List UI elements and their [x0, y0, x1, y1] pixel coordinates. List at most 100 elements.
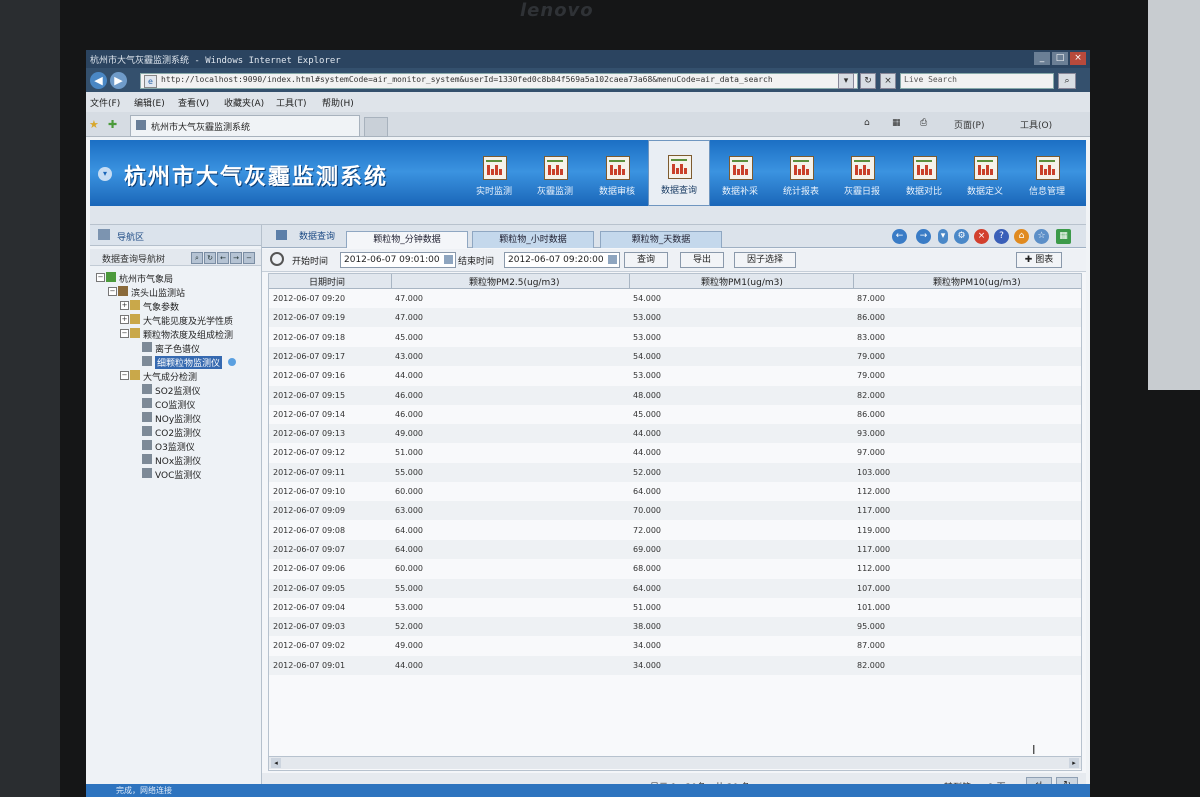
forward-arrow-icon[interactable]: →: [916, 229, 931, 244]
column-header[interactable]: 颗粒物PM1(ug/m3): [701, 275, 783, 288]
calendar-icon[interactable]: [444, 255, 453, 264]
nav-item[interactable]: 实时监测: [464, 142, 524, 204]
tree-search-icon[interactable]: ⌕: [191, 252, 203, 264]
url-input[interactable]: e http://localhost:9090/index.html#syste…: [140, 73, 858, 89]
home-icon[interactable]: ⌂: [1014, 229, 1029, 244]
print-icon[interactable]: ⎙: [920, 118, 927, 128]
tree-expand-icon[interactable]: →: [230, 252, 242, 264]
tab-minute-data[interactable]: 颗粒物_分钟数据: [346, 231, 468, 248]
favorites-star-icon[interactable]: ★: [89, 118, 99, 131]
favorite-icon[interactable]: ☆: [1034, 229, 1049, 244]
horizontal-scrollbar[interactable]: ◂ ▸: [269, 756, 1081, 769]
table-row[interactable]: 2012-06-07 09:15 46.000 48.000 82.000: [269, 385, 1081, 405]
page-menu[interactable]: 页面(P): [954, 118, 984, 131]
table-row[interactable]: 2012-06-07 09:07 64.000 69.000 117.000: [269, 539, 1081, 559]
grid-icon[interactable]: ▦: [1056, 229, 1071, 244]
menu-view[interactable]: 查看(V): [178, 96, 209, 109]
table-row[interactable]: 2012-06-07 09:10 60.000 64.000 112.000: [269, 482, 1081, 501]
forward-button[interactable]: ▶: [110, 72, 127, 89]
stop-button[interactable]: ×: [880, 73, 896, 89]
nav-item[interactable]: 灰霾监测: [525, 142, 585, 204]
screen: 杭州市大气灰霾监测系统 - Windows Internet Explorer …: [86, 50, 1090, 797]
refresh-button[interactable]: ↻: [860, 73, 876, 89]
table-cell: 97.000: [857, 448, 885, 458]
search-button[interactable]: ⌕: [1058, 73, 1076, 89]
help-icon[interactable]: ?: [994, 229, 1009, 244]
close-button[interactable]: ×: [1070, 52, 1086, 65]
table-row[interactable]: 2012-06-07 09:14 46.000 45.000 86.000: [269, 405, 1081, 424]
collapse-toggle-icon[interactable]: −: [108, 287, 117, 296]
back-button[interactable]: ◀: [90, 72, 107, 89]
table-row[interactable]: 2012-06-07 09:18 45.000 53.000 83.000: [269, 328, 1081, 347]
query-button[interactable]: 查询: [624, 252, 668, 268]
table-row[interactable]: 2012-06-07 09:12 51.000 44.000 97.000: [269, 443, 1081, 462]
collapse-icon[interactable]: ▾: [98, 167, 112, 181]
column-header[interactable]: 颗粒物PM2.5(ug/m3): [469, 275, 559, 288]
tree-collapse-icon[interactable]: ←: [217, 252, 229, 264]
table-row[interactable]: 2012-06-07 09:03 52.000 38.000 95.000: [269, 617, 1081, 637]
scroll-left-icon[interactable]: ◂: [271, 758, 281, 768]
menu-favorites[interactable]: 收藏夹(A): [224, 96, 264, 109]
menu-help[interactable]: 帮助(H): [322, 96, 354, 109]
minimize-button[interactable]: _: [1034, 52, 1050, 65]
nav-item-label: 数据对比: [905, 187, 942, 197]
add-favorite-icon[interactable]: ✚: [108, 118, 117, 131]
dropdown-icon[interactable]: ▾: [938, 229, 948, 244]
nav-item[interactable]: 数据审核: [587, 142, 647, 204]
menu-file[interactable]: 文件(F): [90, 96, 120, 109]
table-row[interactable]: 2012-06-07 09:16 44.000 53.000 79.000: [269, 366, 1081, 385]
chart-button[interactable]: ✚ 图表: [1016, 252, 1062, 268]
feeds-icon[interactable]: ▦: [892, 118, 901, 128]
nav-item[interactable]: 数据补采: [710, 142, 770, 204]
table-row[interactable]: 2012-06-07 09:04 53.000 51.000 101.000: [269, 598, 1081, 617]
table-row[interactable]: 2012-06-07 09:13 49.000 44.000 93.000: [269, 424, 1081, 444]
table-row[interactable]: 2012-06-07 09:09 63.000 70.000 117.000: [269, 501, 1081, 521]
table-row[interactable]: 2012-06-07 09:01 44.000 34.000 82.000: [269, 655, 1081, 675]
close-icon[interactable]: ×: [974, 229, 989, 244]
column-header[interactable]: 日期时间: [309, 275, 345, 288]
nav-item[interactable]: 统计报表: [771, 142, 831, 204]
sub-header-strip: [90, 206, 1086, 225]
start-time-input[interactable]: 2012-06-07 09:01:00: [340, 252, 456, 268]
tree-refresh-icon[interactable]: ↻: [204, 252, 216, 264]
export-button[interactable]: 导出: [680, 252, 724, 268]
tree-minimize-icon[interactable]: −: [243, 252, 255, 264]
table-row[interactable]: 2012-06-07 09:19 47.000 53.000 86.000: [269, 308, 1081, 328]
browser-tab[interactable]: 杭州市大气灰霾监测系统: [130, 115, 360, 137]
end-time-input[interactable]: 2012-06-07 09:20:00: [504, 252, 620, 268]
menu-tools[interactable]: 工具(T): [276, 96, 307, 109]
settings-icon[interactable]: ⚙: [954, 229, 969, 244]
scroll-right-icon[interactable]: ▸: [1069, 758, 1079, 768]
nav-item[interactable]: 数据对比: [894, 142, 954, 204]
collapse-toggle-icon[interactable]: −: [120, 329, 129, 338]
collapse-toggle-icon[interactable]: −: [96, 273, 105, 282]
nav-item[interactable]: 数据查询: [648, 140, 710, 206]
table-row[interactable]: 2012-06-07 09:08 64.000 72.000 119.000: [269, 521, 1081, 540]
expand-toggle-icon[interactable]: +: [120, 315, 129, 324]
table-cell: 53.000: [633, 313, 661, 323]
table-row[interactable]: 2012-06-07 09:05 55.000 64.000 107.000: [269, 578, 1081, 598]
menu-edit[interactable]: 编辑(E): [134, 96, 165, 109]
table-row[interactable]: 2012-06-07 09:02 49.000 34.000 87.000: [269, 636, 1081, 655]
tools-menu[interactable]: 工具(O): [1020, 118, 1052, 131]
factor-select-button[interactable]: 因子选择: [734, 252, 796, 268]
tab-day-data[interactable]: 颗粒物_天数据: [600, 231, 722, 248]
table-row[interactable]: 2012-06-07 09:11 55.000 52.000 103.000: [269, 462, 1081, 482]
nav-item[interactable]: 灰霾日报: [832, 142, 892, 204]
maximize-button[interactable]: □: [1052, 52, 1068, 65]
nav-item[interactable]: 数据定义: [955, 142, 1015, 204]
nav-item[interactable]: 信息管理: [1017, 142, 1077, 204]
table-row[interactable]: 2012-06-07 09:06 60.000 68.000 112.000: [269, 559, 1081, 578]
home-icon[interactable]: ⌂: [864, 118, 870, 128]
search-input[interactable]: Live Search: [900, 73, 1054, 89]
url-dropdown-button[interactable]: ▾: [838, 73, 854, 89]
calendar-icon[interactable]: [608, 255, 617, 264]
back-arrow-icon[interactable]: ←: [892, 229, 907, 244]
tab-hour-data[interactable]: 颗粒物_小时数据: [472, 231, 594, 248]
new-tab-button[interactable]: [364, 117, 388, 137]
collapse-toggle-icon[interactable]: −: [120, 371, 129, 380]
table-row[interactable]: 2012-06-07 09:17 43.000 54.000 79.000: [269, 346, 1081, 366]
table-row[interactable]: 2012-06-07 09:20 47.000 54.000 87.000: [269, 289, 1081, 308]
column-header[interactable]: 颗粒物PM10(ug/m3): [933, 275, 1021, 288]
expand-toggle-icon[interactable]: +: [120, 301, 129, 310]
